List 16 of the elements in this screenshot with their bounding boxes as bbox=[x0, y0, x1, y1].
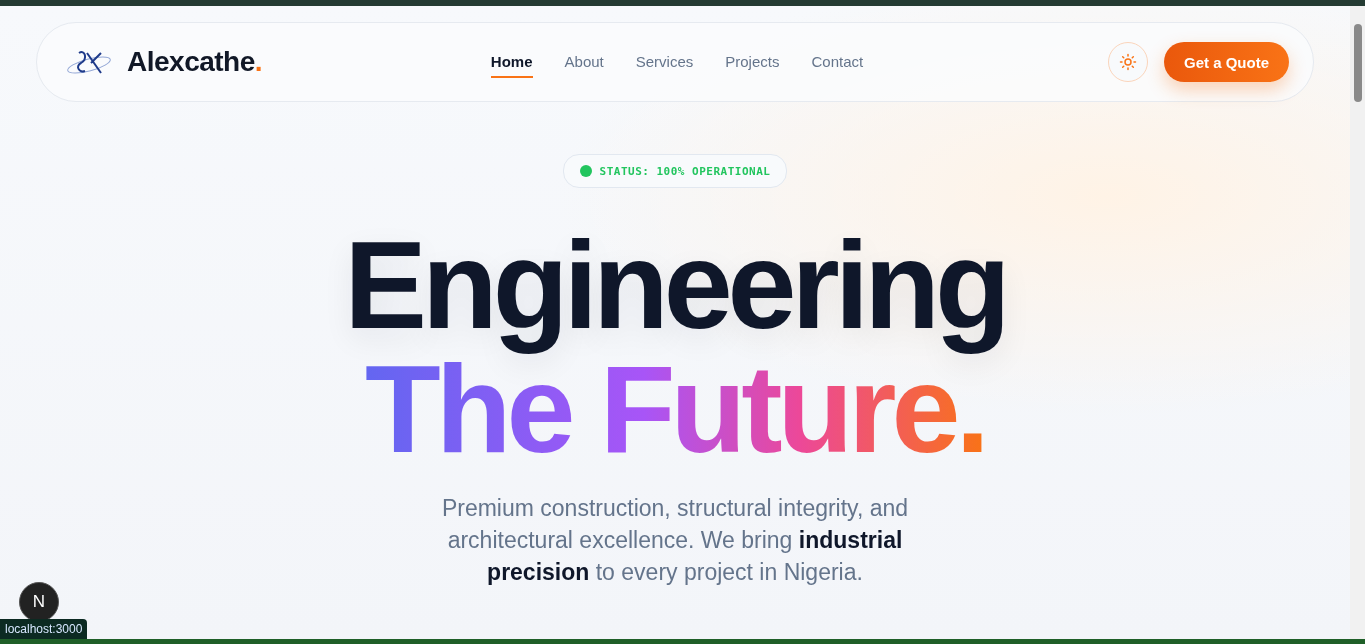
nav-link[interactable]: Home bbox=[490, 46, 533, 78]
nav-link[interactable]: About bbox=[564, 46, 604, 78]
hero-description: Premium construction, structural integrity, and architectural excellence. We bring industrial precision to every project in Nigeria. bbox=[440, 494, 910, 587]
theme-toggle-button[interactable] bbox=[1108, 42, 1148, 82]
status-dot bbox=[579, 165, 592, 177]
get-quote-button[interactable]: Get a Quote bbox=[1164, 42, 1289, 82]
status-text: STATUS: 100% OPERATIONAL bbox=[599, 164, 771, 178]
scrollbar[interactable] bbox=[1350, 6, 1365, 639]
nav-link[interactable]: Projects bbox=[725, 46, 780, 78]
status-url: localhost:3000 bbox=[0, 619, 88, 639]
sun-icon bbox=[1119, 53, 1137, 71]
dev-tools-button[interactable]: N bbox=[19, 582, 59, 622]
brand-name: Alexcathe. bbox=[127, 46, 263, 78]
scrollbar-thumb[interactable] bbox=[1353, 24, 1362, 102]
nav-link[interactable]: Services bbox=[635, 46, 694, 78]
nav-link[interactable]: Contact bbox=[811, 46, 864, 78]
